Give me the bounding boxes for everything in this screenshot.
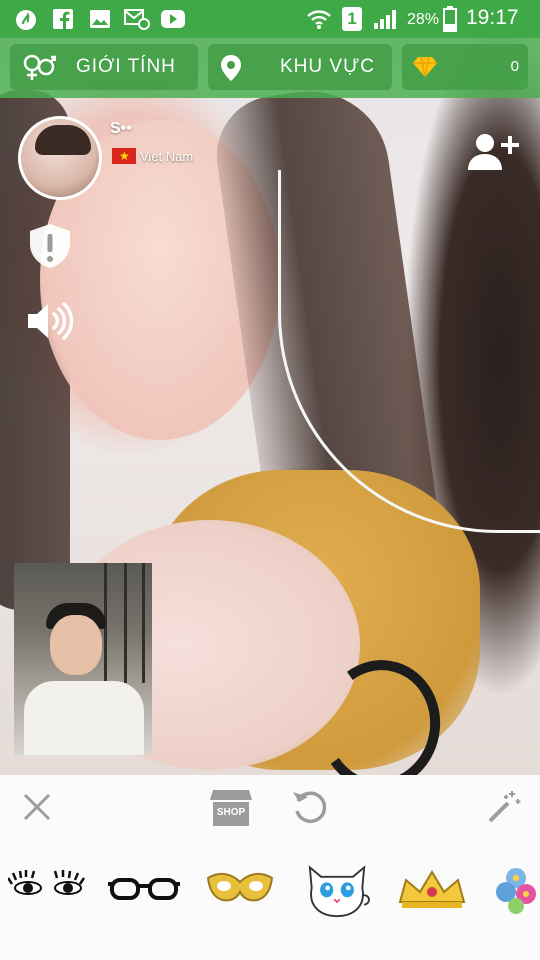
shop-button[interactable]: SHOP [209, 788, 253, 828]
vietnam-flag-icon: ★ [112, 148, 136, 164]
status-bar: 1 28% 19:17 [0, 0, 540, 38]
battery-icon [443, 6, 457, 32]
close-icon[interactable] [22, 792, 52, 822]
region-filter-label: KHU VỰC [280, 56, 376, 77]
top-action-bar: GIỚI TÍNH KHU VỰC 0 [0, 38, 540, 98]
partner-name: S•• [110, 120, 132, 137]
shop-label: SHOP [216, 807, 246, 818]
gender-filter-button[interactable]: GIỚI TÍNH [10, 44, 198, 90]
battery-percentage: 28% [407, 11, 440, 28]
magic-wand-icon[interactable] [486, 789, 522, 825]
message-icon [124, 9, 150, 30]
app-icon [16, 10, 36, 30]
cat-sticker[interactable] [300, 858, 374, 918]
report-shield-icon[interactable] [27, 222, 73, 270]
diamond-count: 0 [510, 58, 520, 75]
add-friend-icon[interactable] [468, 132, 520, 172]
sim-icon: 1 [342, 7, 362, 31]
gender-icon [23, 54, 56, 80]
speaker-icon[interactable] [25, 300, 73, 342]
glasses-sticker[interactable] [108, 858, 180, 918]
crown-sticker[interactable] [396, 858, 468, 918]
gender-filter-label: GIỚI TÍNH [76, 56, 176, 77]
sim-slot-number: 1 [347, 9, 357, 28]
diamond-icon [413, 56, 437, 78]
mask-sticker[interactable] [204, 858, 276, 918]
signal-icon [374, 10, 396, 29]
partner-avatar[interactable] [18, 116, 102, 200]
facebook-icon [53, 9, 73, 30]
reset-icon[interactable] [290, 787, 330, 827]
youtube-icon [161, 10, 185, 28]
gallery-icon [90, 10, 110, 28]
partner-country-name: Viet Nam [140, 149, 194, 164]
region-filter-button[interactable]: KHU VỰC [208, 44, 392, 90]
clock: 19:17 [466, 6, 519, 29]
self-video-preview[interactable] [14, 563, 152, 755]
location-pin-icon [221, 55, 241, 81]
wifi-icon [307, 10, 331, 29]
eyelashes-sticker[interactable] [8, 858, 88, 918]
diamond-balance-button[interactable]: 0 [402, 44, 528, 90]
flower-sticker[interactable] [494, 858, 540, 918]
